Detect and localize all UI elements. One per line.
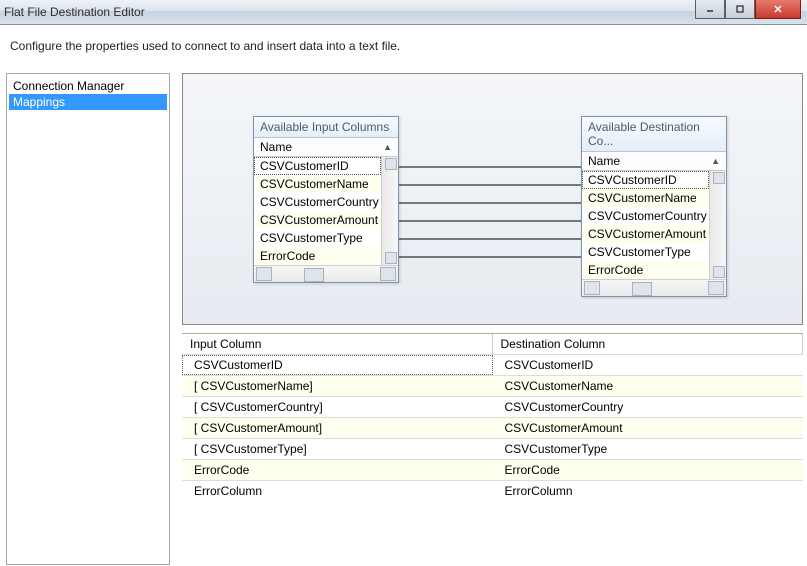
dest-col-item[interactable]: CSVCustomerAmount: [582, 225, 709, 243]
horizontal-scrollbar[interactable]: [254, 265, 398, 282]
nav-pane: Connection Manager Mappings: [6, 73, 170, 565]
dest-col-item[interactable]: CSVCustomerCountry: [582, 207, 709, 225]
grid-header-destination[interactable]: Destination Column: [493, 334, 804, 354]
horizontal-scrollbar[interactable]: [582, 279, 726, 296]
input-col-item[interactable]: CSVCustomerCountry: [254, 193, 381, 211]
nav-item-connection-manager[interactable]: Connection Manager: [9, 78, 167, 94]
title-bar: Flat File Destination Editor: [0, 0, 807, 25]
sort-indicator-icon: ▲: [711, 156, 720, 166]
grid-row[interactable]: ErrorCodeErrorCode: [182, 459, 803, 480]
grid-row[interactable]: [ CSVCustomerName]CSVCustomerName: [182, 375, 803, 396]
mapping-diagram: Available Input Columns Name▲ CSVCustome…: [182, 73, 803, 325]
grid-header-input[interactable]: Input Column: [182, 334, 493, 354]
input-col-item[interactable]: ErrorCode: [254, 247, 381, 265]
grid-row[interactable]: [ CSVCustomerAmount]CSVCustomerAmount: [182, 417, 803, 438]
input-col-item[interactable]: CSVCustomerType: [254, 229, 381, 247]
dest-col-item[interactable]: CSVCustomerName: [582, 189, 709, 207]
grid-header: Input Column Destination Column: [182, 334, 803, 354]
vertical-scrollbar[interactable]: [381, 157, 398, 265]
mapping-grid: Input Column Destination Column CSVCusto…: [182, 333, 803, 501]
grid-row[interactable]: [ CSVCustomerType]CSVCustomerType: [182, 438, 803, 459]
window-controls: [695, 0, 801, 18]
maximize-button[interactable]: [725, 0, 755, 19]
close-button[interactable]: [755, 0, 801, 19]
input-box-title: Available Input Columns: [254, 117, 398, 138]
grid-row[interactable]: ErrorColumnErrorColumn: [182, 480, 803, 501]
minimize-button[interactable]: [695, 0, 725, 19]
input-col-item[interactable]: CSVCustomerName: [254, 175, 381, 193]
available-input-columns-box[interactable]: Available Input Columns Name▲ CSVCustome…: [253, 116, 399, 283]
grid-row[interactable]: [ CSVCustomerCountry]CSVCustomerCountry: [182, 396, 803, 417]
nav-item-mappings[interactable]: Mappings: [9, 94, 167, 110]
available-destination-columns-box[interactable]: Available Destination Co... Name▲ CSVCus…: [581, 116, 727, 297]
page-subtitle: Configure the properties used to connect…: [0, 25, 807, 73]
sort-indicator-icon: ▲: [383, 142, 392, 152]
input-box-header[interactable]: Name▲: [254, 138, 398, 157]
dest-col-item[interactable]: CSVCustomerID: [582, 171, 709, 189]
input-col-item[interactable]: CSVCustomerID: [254, 157, 381, 175]
vertical-scrollbar[interactable]: [709, 171, 726, 279]
grid-row[interactable]: CSVCustomerIDCSVCustomerID: [182, 354, 803, 375]
input-col-item[interactable]: CSVCustomerAmount: [254, 211, 381, 229]
dest-box-header[interactable]: Name▲: [582, 152, 726, 171]
dest-col-item[interactable]: CSVCustomerType: [582, 243, 709, 261]
window-title: Flat File Destination Editor: [4, 5, 145, 19]
dest-col-item[interactable]: ErrorCode: [582, 261, 709, 279]
dest-box-title: Available Destination Co...: [582, 117, 726, 152]
